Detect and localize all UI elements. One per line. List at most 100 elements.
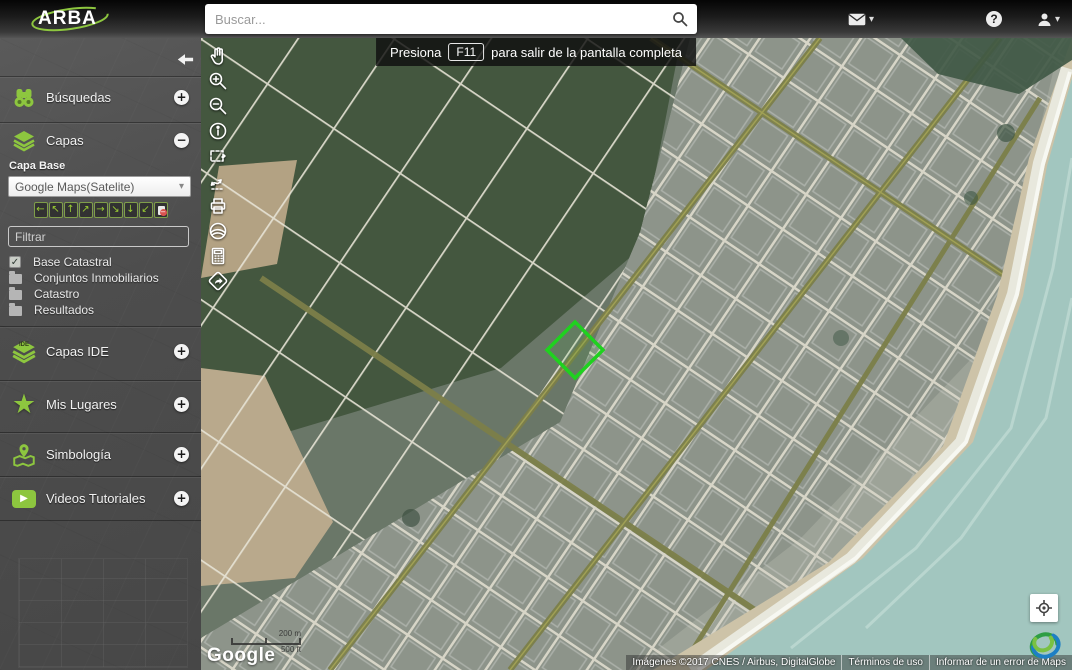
chevron-down-icon: ▾ [869,14,874,25]
sidebar-section-label: Capas [46,133,84,148]
ide-badge: IDE [19,342,29,348]
user-icon [1037,12,1052,27]
folder-icon [9,290,22,300]
expand-mis-lugares-button[interactable]: + [174,397,189,412]
map-marker-icon [9,442,39,468]
chevron-down-icon: ▾ [179,181,184,192]
scale-metric: 200 m [231,629,301,638]
share-tool-icon[interactable] [205,269,231,293]
search-input[interactable] [205,12,663,27]
arba-carto-app: 200 m 500 ft Google Imágenes ©2017 CNES … [0,0,1072,670]
sidebar-section-label: Simbología [46,447,111,462]
expand-simbologia-button[interactable]: + [174,447,189,462]
google-earth-tool-icon[interactable] [205,219,231,243]
sidebar-collapse-button[interactable] [175,50,195,68]
layer-filter-input[interactable] [8,226,189,247]
sidebar-section-simbologia[interactable]: Simbología + [0,432,201,476]
search-button[interactable] [663,4,697,34]
collapse-arrow-icon [176,52,194,67]
messages-menu[interactable]: ▾ [848,0,874,38]
map-attribution: Imágenes ©2017 CNES / Airbus, DigitalGlo… [626,655,1072,670]
folder-icon [9,306,22,316]
info-tool-icon[interactable] [205,119,231,143]
expand-videos-button[interactable]: + [174,491,189,506]
map-toolbar [205,44,231,293]
search-icon [672,11,688,27]
layer-item-base-catastral[interactable]: ✓ Base Catastral [0,254,201,270]
fullscreen-notification: Presiona F11 para salir de la pantalla c… [376,38,696,66]
map-canvas[interactable]: 200 m 500 ft Google Imágenes ©2017 CNES … [201,38,1072,670]
measure-tool-icon[interactable] [205,169,231,193]
sidebar-section-videos[interactable]: ▶ Videos Tutoriales + [0,476,201,520]
folder-icon [9,274,22,284]
pan-down-left-button[interactable]: ↙ [139,202,153,218]
terms-link[interactable]: Términos de uso [841,655,928,670]
arba-wordmark: ARBA [38,8,97,30]
expand-capas-ide-button[interactable]: + [174,344,189,359]
checkbox-checked-icon[interactable]: ✓ [9,256,21,268]
zoom-out-tool-icon[interactable] [205,94,231,118]
play-glyph: ▶ [20,493,28,504]
base-layer-value: Google Maps(Satelite) [15,180,179,194]
pan-up-right-button[interactable]: ↗ [79,202,93,218]
layer-label: Base Catastral [33,255,112,269]
star-glyph: ★ [12,393,36,417]
capas-panel: Capa Base Google Maps(Satelite) ▾ ← ↖ ↑ … [0,160,201,318]
layer-label: Conjuntos Inmobiliarios [34,271,159,285]
arba-logo[interactable]: ARBA [28,5,112,33]
layers-ide-icon: IDE [9,339,39,365]
sidebar: Búsquedas + Capas − Capa Base Google Map… [0,38,201,670]
sidebar-section-label: Mis Lugares [46,397,117,412]
sidebar-section-label: Búsquedas [46,90,111,105]
notification-suffix: para salir de la pantalla completa [491,45,682,60]
imagery-credit: Imágenes ©2017 CNES / Airbus, DigitalGlo… [626,655,841,670]
star-icon: ★ [9,393,39,417]
top-bar: ARBA CARTO [0,0,1072,38]
pan-up-left-button[interactable]: ↖ [49,202,63,218]
sidebar-section-label: Capas IDE [46,344,109,359]
pan-down-right-button[interactable]: ↘ [109,202,123,218]
layer-label: Resultados [34,303,94,317]
expand-busquedas-button[interactable]: + [174,90,189,105]
layer-tree: ✓ Base Catastral Conjuntos Inmobiliarios… [0,254,201,318]
scale-line [231,638,301,645]
sidebar-texture-table [18,558,188,668]
sidebar-section-busquedas[interactable]: Búsquedas + [0,76,201,118]
select-area-tool-icon[interactable] [205,144,231,168]
my-location-button[interactable] [1030,594,1058,622]
layers-icon [9,129,39,153]
help-button[interactable]: ? [986,0,1002,38]
f11-key-badge: F11 [448,43,484,61]
sidebar-section-mis-lugares[interactable]: ★ Mis Lugares + [0,380,201,428]
base-layer-label: Capa Base [9,160,201,172]
pan-left-button[interactable]: ← [34,202,48,218]
help-icon: ? [986,11,1002,27]
satellite-basemap [201,38,1072,670]
search-bar [205,4,697,34]
zoom-in-tool-icon[interactable] [205,69,231,93]
binoculars-icon [9,86,39,110]
collapse-capas-button[interactable]: − [174,133,189,148]
layer-item-catastro[interactable]: Catastro [0,286,201,302]
sidebar-section-capas-ide[interactable]: IDE Capas IDE + [0,326,201,376]
pan-up-button[interactable]: ↑ [64,202,78,218]
arba-swirl-logo [1024,624,1066,666]
layer-item-resultados[interactable]: Resultados [0,302,201,318]
sidebar-divider [0,520,201,521]
clear-layers-button[interactable]: − [154,202,168,218]
notification-prefix: Presiona [390,45,441,60]
layer-label: Catastro [34,287,79,301]
pan-down-button[interactable]: ↓ [124,202,138,218]
layer-item-conjuntos-inmobiliarios[interactable]: Conjuntos Inmobiliarios [0,270,201,286]
pan-right-button[interactable]: → [94,202,108,218]
base-layer-select[interactable]: Google Maps(Satelite) ▾ [8,176,191,197]
video-play-icon: ▶ [9,490,39,508]
print-tool-icon[interactable] [205,194,231,218]
sidebar-section-capas[interactable]: Capas − [0,122,201,158]
crosshair-icon [1035,599,1053,617]
calculator-tool-icon[interactable] [205,244,231,268]
pan-controls: ← ↖ ↑ ↗ → ↘ ↓ ↙ − [0,202,201,218]
envelope-icon [848,13,866,26]
user-menu[interactable]: ▾ [1037,0,1060,38]
pan-tool-icon[interactable] [205,44,231,68]
